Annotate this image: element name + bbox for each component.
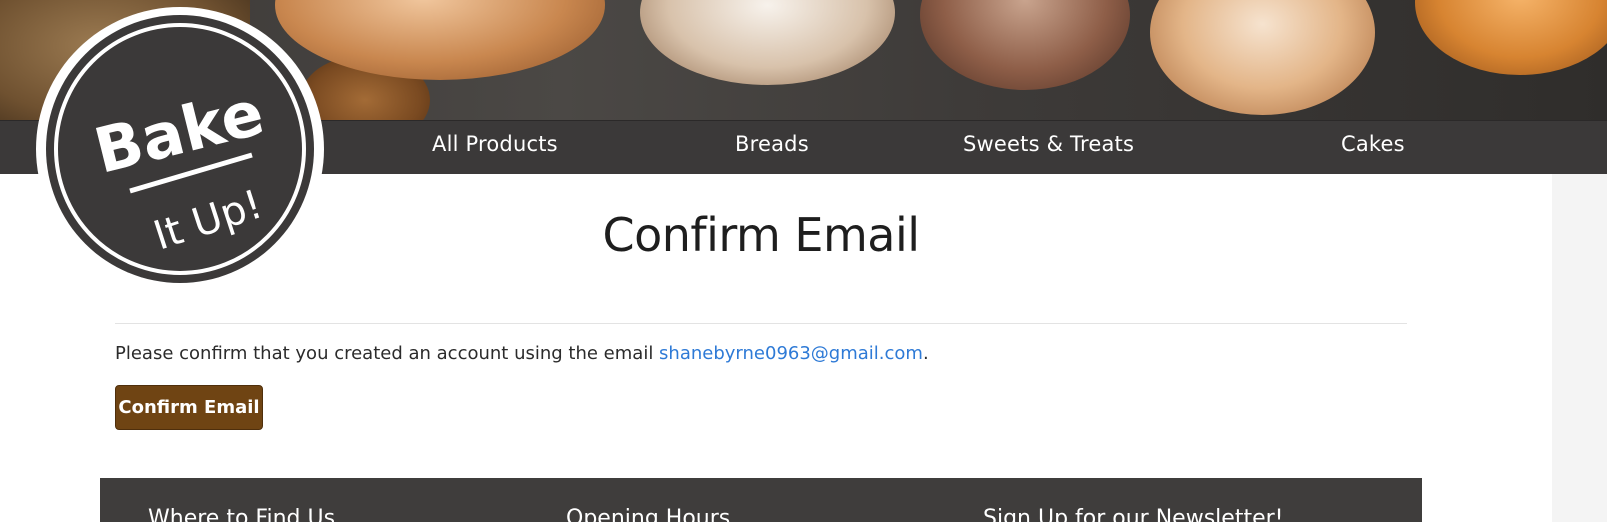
page-gutter (1552, 174, 1607, 522)
bread-loaf-image (1150, 0, 1375, 115)
confirm-message: Please confirm that you created an accou… (115, 343, 929, 364)
page-title: Confirm Email (602, 208, 920, 262)
bread-loaf-image (640, 0, 895, 85)
footer-heading-hours: Opening Hours (566, 506, 731, 522)
message-suffix: . (922, 343, 929, 364)
nav-breads[interactable]: Breads (735, 132, 809, 156)
footer-heading-location: Where to Find Us (148, 506, 336, 522)
confirm-email-button[interactable]: Confirm Email (115, 385, 263, 430)
email-link[interactable]: shanebyrne0963@gmail.com (659, 343, 923, 364)
divider (115, 323, 1407, 324)
nav-all-products[interactable]: All Products (432, 132, 558, 156)
bread-loaf-image (1415, 0, 1607, 75)
nav-sweets-treats[interactable]: Sweets & Treats (963, 132, 1134, 156)
bread-loaf-image (920, 0, 1130, 90)
footer-heading-newsletter: Sign Up for our Newsletter! (983, 506, 1284, 522)
footer: Where to Find Us Opening Hours Sign Up f… (100, 478, 1422, 522)
nav-cakes[interactable]: Cakes (1341, 132, 1405, 156)
message-prefix: Please confirm that you created an accou… (115, 343, 660, 364)
